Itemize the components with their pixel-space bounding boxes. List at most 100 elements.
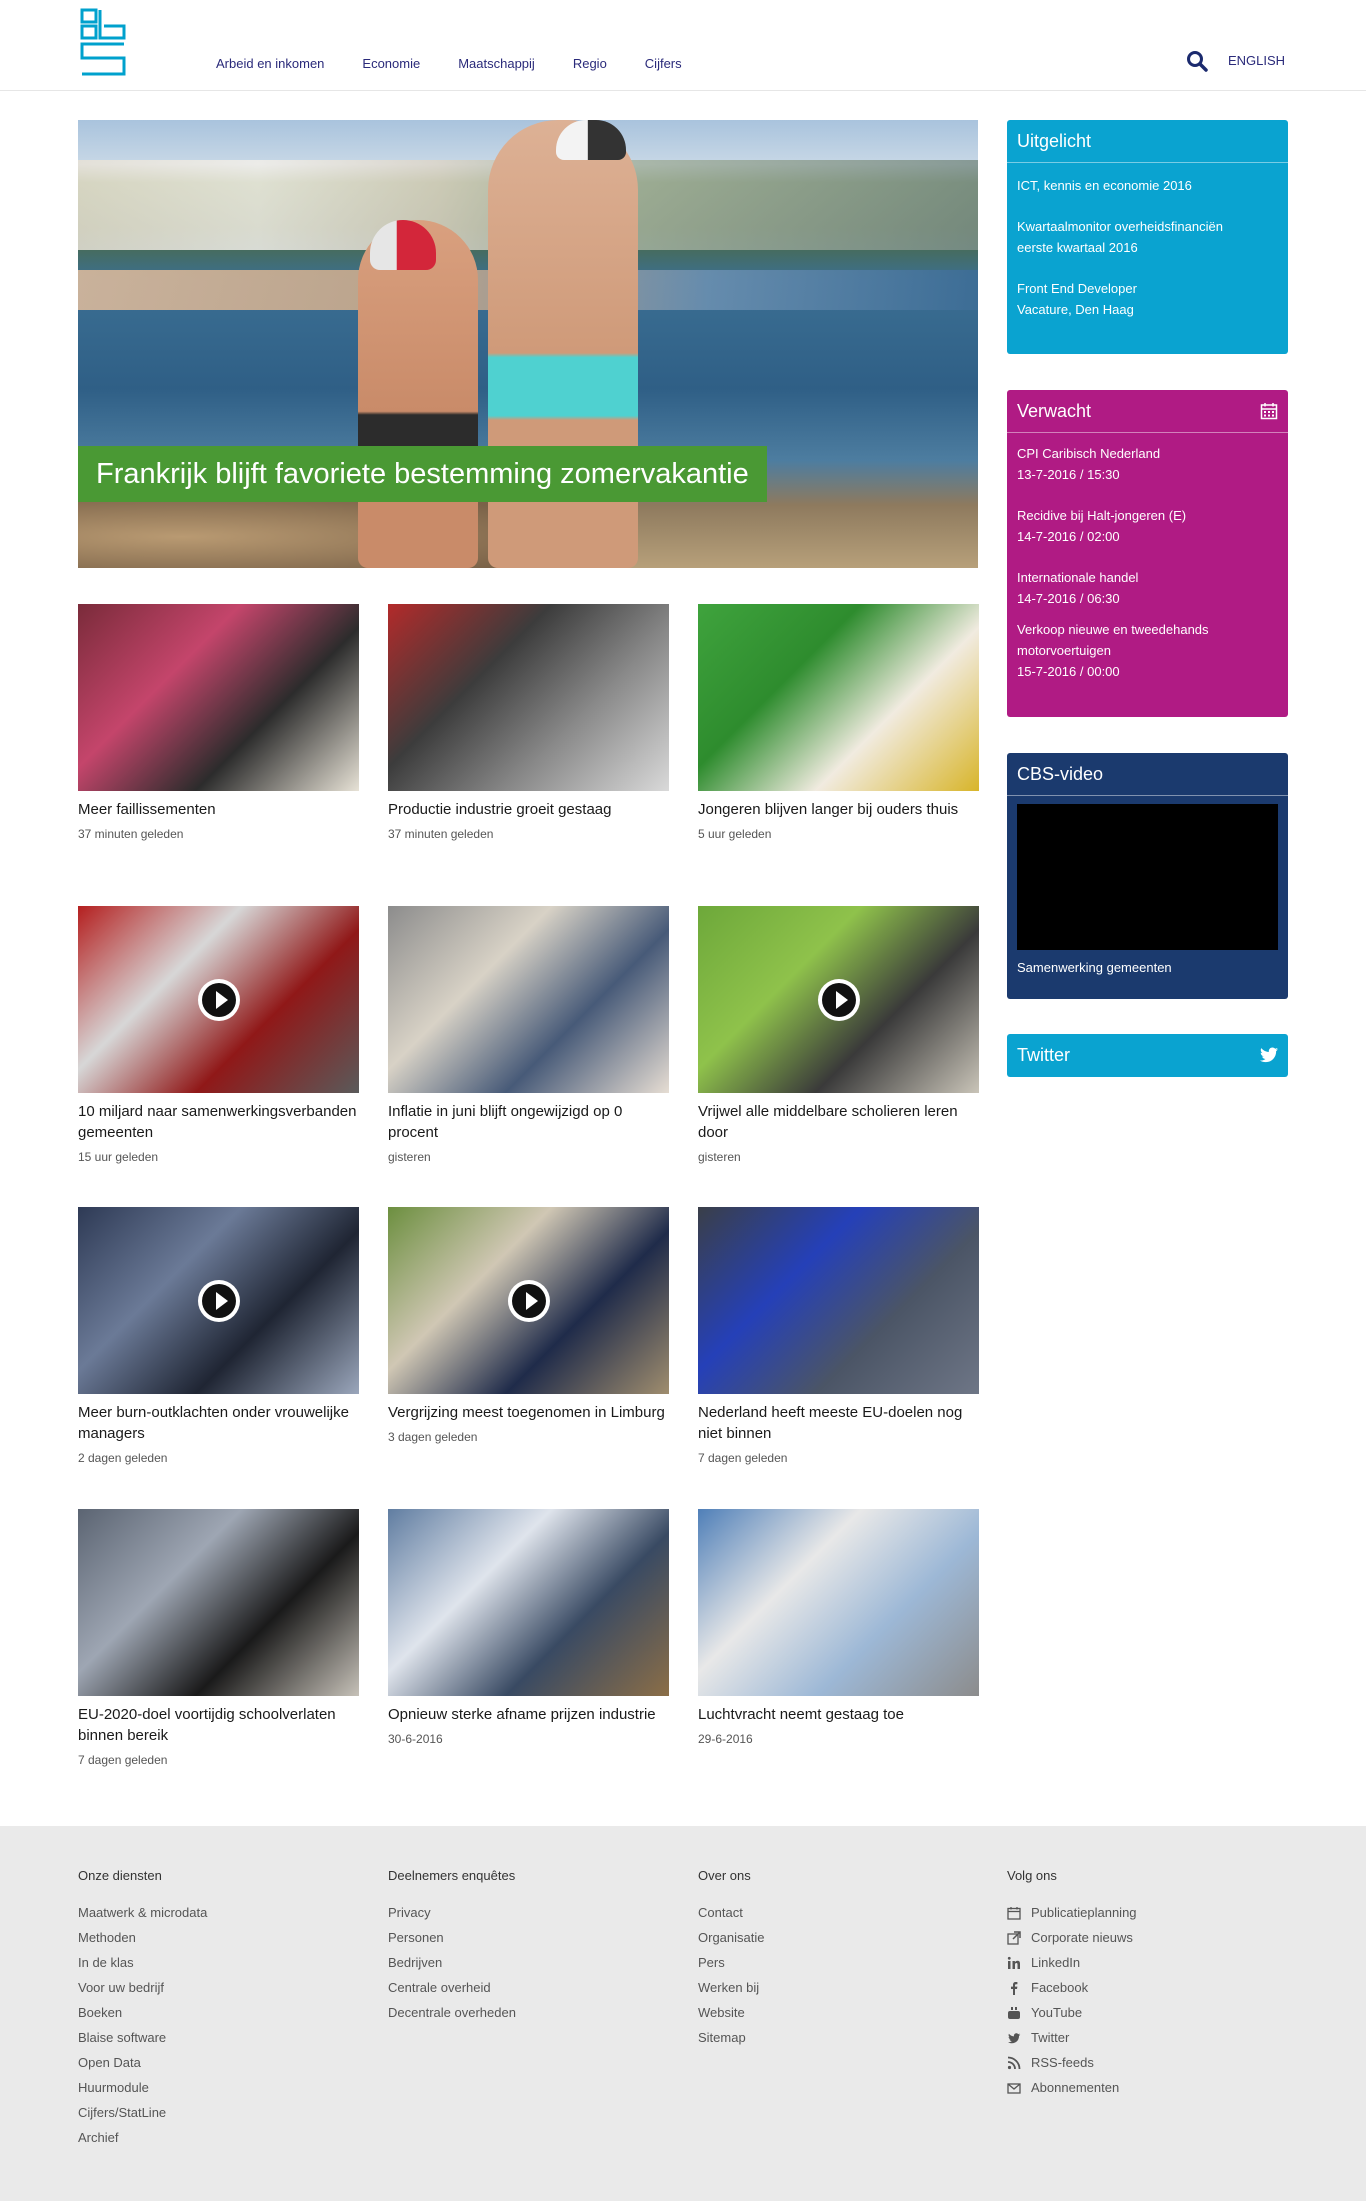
footer-link[interactable]: Twitter — [1007, 2025, 1267, 2050]
uitgelicht-item[interactable]: ICT, kennis en economie 2016 — [1017, 175, 1278, 196]
verwacht-item-title[interactable]: CPI Caribisch Nederland — [1017, 443, 1278, 464]
footer-link-label[interactable]: Open Data — [78, 2050, 141, 2075]
footer-link-label[interactable]: Organisatie — [698, 1925, 764, 1950]
footer-link[interactable]: LinkedIn — [1007, 1950, 1267, 1975]
calendar-icon[interactable] — [1260, 402, 1278, 420]
footer-link-label[interactable]: Cijfers/StatLine — [78, 2100, 166, 2125]
news-thumbnail[interactable] — [388, 1207, 669, 1394]
footer-link[interactable]: Abonnementen — [1007, 2075, 1267, 2100]
news-title[interactable]: EU-2020-doel voortijdig schoolverlaten b… — [78, 1704, 359, 1746]
footer-link-label[interactable]: Twitter — [1031, 2025, 1069, 2050]
footer-link-label[interactable]: Sitemap — [698, 2025, 746, 2050]
footer-link-label[interactable]: Voor uw bedrijf — [78, 1975, 164, 2000]
footer-link-label[interactable]: Boeken — [78, 2000, 122, 2025]
verwacht-item[interactable]: Internationale handel 14-7-2016 / 06:30 — [1017, 567, 1278, 609]
footer-link[interactable]: Pers — [698, 1950, 958, 1975]
footer-link[interactable]: Maatwerk & microdata — [78, 1900, 338, 1925]
footer-link-label[interactable]: Publicatieplanning — [1031, 1900, 1137, 1925]
footer-link-label[interactable]: Werken bij — [698, 1975, 759, 2000]
footer-link[interactable]: Website — [698, 2000, 958, 2025]
uitgelicht-item-line[interactable]: ICT, kennis en economie 2016 — [1017, 175, 1278, 196]
news-card[interactable]: Inflatie in juni blijft ongewijzigd op 0… — [388, 906, 669, 1164]
news-thumbnail[interactable] — [78, 906, 359, 1093]
english-link[interactable]: ENGLISH — [1228, 53, 1285, 68]
footer-link[interactable]: In de klas — [78, 1950, 338, 1975]
twitter-panel[interactable]: Twitter — [1007, 1034, 1288, 1077]
news-thumbnail[interactable] — [698, 604, 979, 791]
news-thumbnail[interactable] — [698, 1509, 979, 1696]
news-title[interactable]: Meer burn-outklachten onder vrouwelijke … — [78, 1402, 359, 1444]
footer-link-label[interactable]: Pers — [698, 1950, 725, 1975]
news-card[interactable]: Productie industrie groeit gestaag 37 min… — [388, 604, 669, 841]
news-card[interactable]: Meer burn-outklachten onder vrouwelijke … — [78, 1207, 359, 1465]
footer-link[interactable]: Archief — [78, 2125, 338, 2150]
uitgelicht-item[interactable]: Kwartaalmonitor overheidsfinanciën eerst… — [1017, 216, 1278, 258]
hero-banner[interactable]: Frankrijk blijft favoriete bestemming zo… — [78, 120, 978, 568]
play-icon[interactable] — [197, 978, 240, 1021]
footer-link-label[interactable]: Methoden — [78, 1925, 136, 1950]
footer-link-label[interactable]: Website — [698, 2000, 745, 2025]
play-icon[interactable] — [507, 1279, 550, 1322]
news-card[interactable]: Nederland heeft meeste EU-doelen nog nie… — [698, 1207, 979, 1465]
nav-cijfers[interactable]: Cijfers — [645, 56, 682, 71]
footer-link-label[interactable]: Maatwerk & microdata — [78, 1900, 207, 1925]
verwacht-item-title[interactable]: Verkoop nieuwe en tweedehands motorvoert… — [1017, 619, 1278, 661]
news-card[interactable]: Meer faillissementen 37 minuten geleden — [78, 604, 359, 841]
video-player[interactable] — [1017, 804, 1278, 950]
footer-link[interactable]: RSS-feeds — [1007, 2050, 1267, 2075]
footer-link-label[interactable]: Facebook — [1031, 1975, 1088, 2000]
nav-maatschappij[interactable]: Maatschappij — [458, 56, 535, 71]
news-card[interactable]: Luchtvracht neemt gestaag toe 29-6-2016 — [698, 1509, 979, 1746]
nav-economie[interactable]: Economie — [362, 56, 420, 71]
news-title[interactable]: Vrijwel alle middelbare scholieren leren… — [698, 1101, 979, 1143]
footer-link[interactable]: Decentrale overheden — [388, 2000, 648, 2025]
news-title[interactable]: Inflatie in juni blijft ongewijzigd op 0… — [388, 1101, 669, 1143]
footer-link[interactable]: Huurmodule — [78, 2075, 338, 2100]
news-title[interactable]: Opnieuw sterke afname prijzen industrie — [388, 1704, 669, 1725]
twitter-icon[interactable] — [1260, 1046, 1278, 1064]
footer-link-label[interactable]: Personen — [388, 1925, 444, 1950]
footer-link[interactable]: Voor uw bedrijf — [78, 1975, 338, 2000]
footer-link[interactable]: Facebook — [1007, 1975, 1267, 2000]
verwacht-item-title[interactable]: Internationale handel — [1017, 567, 1278, 588]
news-title[interactable]: Meer faillissementen — [78, 799, 359, 820]
footer-link[interactable]: Contact — [698, 1900, 958, 1925]
news-title[interactable]: Jongeren blijven langer bij ouders thuis — [698, 799, 979, 820]
verwacht-item[interactable]: CPI Caribisch Nederland 13-7-2016 / 15:3… — [1017, 443, 1278, 485]
footer-link-label[interactable]: Decentrale overheden — [388, 2000, 516, 2025]
news-thumbnail[interactable] — [388, 906, 669, 1093]
uitgelicht-item[interactable]: Front End Developer Vacature, Den Haag — [1017, 278, 1278, 320]
footer-link-label[interactable]: RSS-feeds — [1031, 2050, 1094, 2075]
footer-link-label[interactable]: Abonnementen — [1031, 2075, 1119, 2100]
play-icon[interactable] — [817, 978, 860, 1021]
news-thumbnail[interactable] — [388, 1509, 669, 1696]
uitgelicht-item-line[interactable]: Front End Developer — [1017, 278, 1278, 299]
news-card[interactable]: Vrijwel alle middelbare scholieren leren… — [698, 906, 979, 1164]
verwacht-item-title[interactable]: Recidive bij Halt-jongeren (E) — [1017, 505, 1278, 526]
footer-link-label[interactable]: In de klas — [78, 1950, 134, 1975]
footer-link[interactable]: YouTube — [1007, 2000, 1267, 2025]
footer-link[interactable]: Methoden — [78, 1925, 338, 1950]
video-caption[interactable]: Samenwerking gemeenten — [1007, 950, 1288, 985]
news-card[interactable]: Opnieuw sterke afname prijzen industrie 3… — [388, 1509, 669, 1746]
news-title[interactable]: Nederland heeft meeste EU-doelen nog nie… — [698, 1402, 979, 1444]
footer-link-label[interactable]: Blaise software — [78, 2025, 166, 2050]
footer-link[interactable]: Publicatieplanning — [1007, 1900, 1267, 1925]
footer-link-label[interactable]: Corporate nieuws — [1031, 1925, 1133, 1950]
footer-link[interactable]: Organisatie — [698, 1925, 958, 1950]
footer-link-label[interactable]: Archief — [78, 2125, 118, 2150]
footer-link[interactable]: Personen — [388, 1925, 648, 1950]
footer-link[interactable]: Corporate nieuws — [1007, 1925, 1267, 1950]
footer-link-label[interactable]: YouTube — [1031, 2000, 1082, 2025]
news-thumbnail[interactable] — [78, 1207, 359, 1394]
footer-link[interactable]: Privacy — [388, 1900, 648, 1925]
footer-link-label[interactable]: LinkedIn — [1031, 1950, 1080, 1975]
nav-regio[interactable]: Regio — [573, 56, 607, 71]
news-thumbnail[interactable] — [698, 1207, 979, 1394]
uitgelicht-item-subline[interactable]: eerste kwartaal 2016 — [1017, 237, 1278, 258]
footer-link-label[interactable]: Huurmodule — [78, 2075, 149, 2100]
news-title[interactable]: Luchtvracht neemt gestaag toe — [698, 1704, 979, 1725]
footer-link[interactable]: Open Data — [78, 2050, 338, 2075]
footer-link[interactable]: Bedrijven — [388, 1950, 648, 1975]
news-title[interactable]: Vergrijzing meest toegenomen in Limburg — [388, 1402, 669, 1423]
